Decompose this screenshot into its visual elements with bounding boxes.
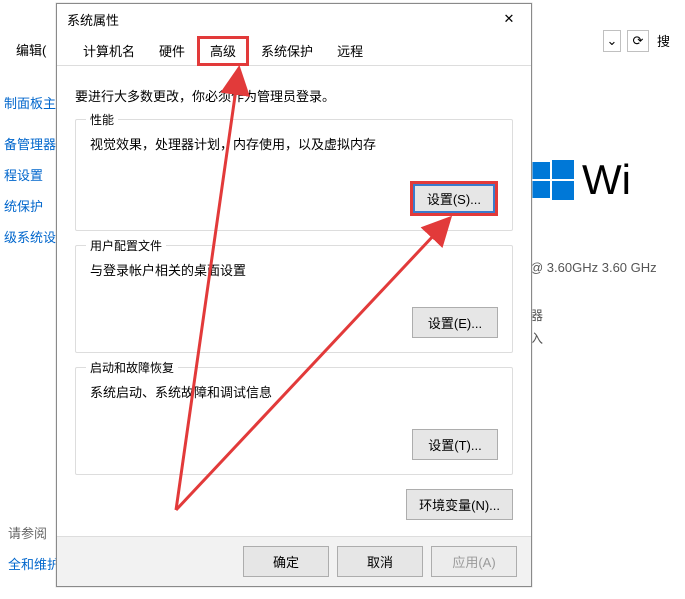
sidebar-link-security[interactable]: 全和维护	[4, 548, 60, 579]
bg-toolbar: ⌄ ⟳ 搜	[603, 30, 679, 52]
windows-logo-icon	[530, 158, 574, 202]
cpu-spec-line: @ 3.60GHz 3.60 GHz	[530, 260, 685, 275]
sidebar-link-device-manager[interactable]: 备管理器	[0, 128, 60, 159]
admin-note: 要进行大多数更改，你必须作为管理员登录。	[75, 86, 513, 105]
system-properties-dialog: 系统属性 ✕ 计算机名 硬件 高级 系统保护 远程 要进行大多数更改，你必须作为…	[56, 3, 532, 587]
sidebar-link-advanced[interactable]: 级系统设置	[0, 221, 60, 252]
dialog-footer: 确定 取消 应用(A)	[57, 536, 531, 586]
performance-desc: 视觉效果，处理器计划，内存使用，以及虚拟内存	[90, 134, 498, 153]
startup-recovery-group: 启动和故障恢复 系统启动、系统故障和调试信息 设置(T)...	[75, 367, 513, 475]
tab-hardware[interactable]: 硬件	[147, 37, 197, 65]
windows-text: Wi	[582, 156, 631, 204]
apply-button[interactable]: 应用(A)	[431, 546, 517, 577]
chevron-down-icon: ⌄	[607, 33, 618, 49]
left-panel-crop: 编辑( 制面板主页 备管理器 程设置 统保护 级系统设置 请参阅 全和维护	[0, 0, 60, 599]
refresh-button[interactable]: ⟳	[627, 30, 649, 52]
see-also-label: 请参阅	[4, 517, 60, 548]
cancel-button[interactable]: 取消	[337, 546, 423, 577]
cropped-char-1: 器	[530, 305, 685, 324]
ok-button[interactable]: 确定	[243, 546, 329, 577]
performance-title: 性能	[86, 111, 118, 128]
right-info-crop: Wi @ 3.60GHz 3.60 GHz 器 入	[530, 100, 685, 347]
dialog-title: 系统属性	[67, 10, 119, 29]
startup-recovery-settings-button[interactable]: 设置(T)...	[412, 429, 498, 460]
cropped-char-2: 入	[530, 328, 685, 347]
performance-group: 性能 视觉效果，处理器计划，内存使用，以及虚拟内存 设置(S)...	[75, 119, 513, 231]
tab-remote[interactable]: 远程	[325, 37, 375, 65]
dialog-content: 要进行大多数更改，你必须作为管理员登录。 性能 视觉效果，处理器计划，内存使用，…	[57, 66, 531, 475]
tab-advanced[interactable]: 高级	[197, 36, 249, 66]
sidebar-link-remote[interactable]: 程设置	[0, 159, 60, 190]
refresh-icon: ⟳	[633, 33, 644, 49]
close-button[interactable]: ✕	[487, 4, 531, 34]
close-icon: ✕	[504, 11, 515, 27]
search-label: 搜	[655, 31, 679, 51]
environment-variables-button[interactable]: 环境变量(N)...	[406, 489, 513, 520]
tab-system-protection[interactable]: 系统保护	[249, 37, 325, 65]
tab-row: 计算机名 硬件 高级 系统保护 远程	[57, 34, 531, 66]
startup-recovery-desc: 系统启动、系统故障和调试信息	[90, 382, 498, 401]
dropdown-button[interactable]: ⌄	[603, 30, 621, 52]
startup-recovery-title: 启动和故障恢复	[86, 359, 178, 376]
titlebar: 系统属性 ✕	[57, 4, 531, 34]
user-profile-title: 用户配置文件	[86, 237, 166, 254]
tab-computer-name[interactable]: 计算机名	[71, 37, 147, 65]
edit-menu-crop[interactable]: 编辑(	[0, 38, 60, 61]
sidebar-link-home[interactable]: 制面板主页	[0, 87, 60, 118]
env-row: 环境变量(N)...	[57, 489, 531, 530]
user-profile-desc: 与登录帐户相关的桌面设置	[90, 260, 498, 279]
windows-logo-row: Wi	[530, 156, 685, 204]
sidebar-link-protection[interactable]: 统保护	[0, 190, 60, 221]
user-profile-group: 用户配置文件 与登录帐户相关的桌面设置 设置(E)...	[75, 245, 513, 353]
performance-settings-button[interactable]: 设置(S)...	[410, 181, 498, 216]
user-profile-settings-button[interactable]: 设置(E)...	[412, 307, 498, 338]
